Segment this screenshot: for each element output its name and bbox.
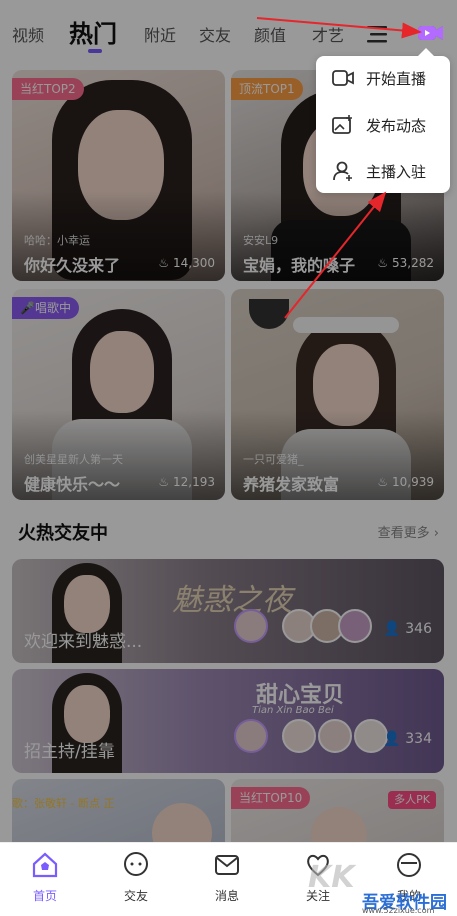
- user-plus-icon: [333, 161, 352, 181]
- menu-item-post-moment[interactable]: 发布动态: [316, 103, 450, 147]
- video-camera-icon: [332, 70, 354, 86]
- nav-home[interactable]: 首页: [5, 843, 85, 916]
- watermark-url: www.52zixue.com: [362, 906, 435, 915]
- home-icon: [32, 852, 58, 878]
- envelope-icon: [215, 855, 239, 875]
- watermark-logo: KK: [308, 860, 355, 895]
- live-camera-icon-highlighted[interactable]: [416, 22, 444, 44]
- menu-item-start-live[interactable]: 开始直播: [316, 56, 450, 100]
- app-screen: 视频 热门 附近 交友 颜值 才艺 当红TOP2 哈哈：小幸运 你好久没来了 ♨…: [0, 0, 457, 916]
- image-plus-icon: [332, 115, 352, 134]
- nav-friends[interactable]: 交友: [96, 843, 176, 916]
- menu-item-become-host[interactable]: 主播入驻: [316, 149, 450, 193]
- live-popup-menu: 开始直播 发布动态 主播入驻: [316, 48, 450, 193]
- site-watermark: KK 吾爱软件园 www.52zixue.com: [300, 860, 455, 915]
- nav-messages[interactable]: 消息: [187, 843, 267, 916]
- chat-bubble-icon: [124, 852, 148, 876]
